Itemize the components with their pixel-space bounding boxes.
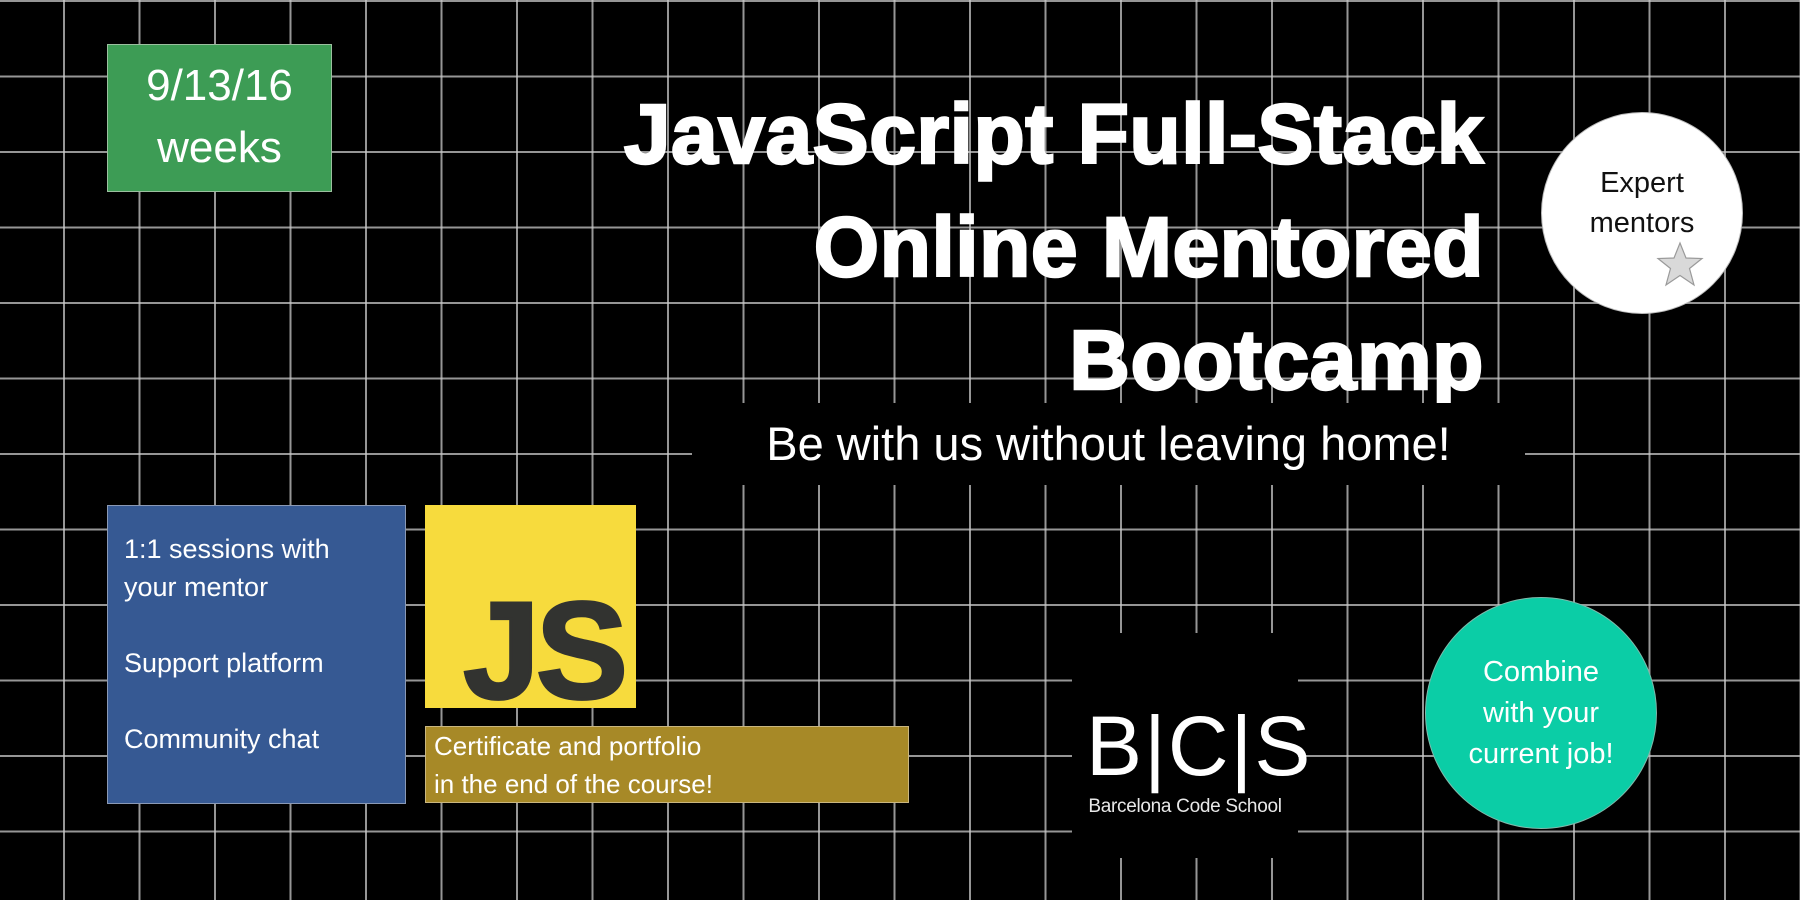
expert-line-1: Expert	[1600, 167, 1684, 199]
expert-line-2: mentors	[1589, 207, 1695, 239]
school-logo: B|C|S Barcelona Code School	[1072, 633, 1313, 858]
combine-line-3: current job!	[1468, 738, 1614, 770]
expert-mentors-badge: Expert mentors	[1541, 112, 1743, 314]
school-logo-mark: B|C|S	[1086, 699, 1313, 793]
certificate-note: Certificate and portfolio in the end of …	[425, 726, 909, 803]
combine-line-2: with your	[1482, 697, 1600, 729]
feature-item: Support platform	[124, 648, 324, 678]
certificate-line-2: in the end of the course!	[434, 769, 713, 799]
combine-line-1: Combine	[1482, 656, 1600, 688]
title-line-2: Online Mentored	[813, 199, 1485, 296]
feature-item: Community chat	[124, 724, 320, 754]
school-name: Barcelona Code School	[1088, 796, 1282, 817]
certificate-line-1: Certificate and portfolio	[434, 731, 702, 761]
javascript-logo-icon: JS	[425, 505, 636, 722]
title-line-3: Bootcamp	[1068, 312, 1485, 409]
title-line-1: JavaScript Full-Stack	[623, 86, 1485, 183]
combine-job-badge: Combine with your current job!	[1425, 597, 1657, 829]
date-badge: 9/13/16 weeks	[107, 44, 332, 192]
page-title: JavaScript Full-Stack Online Mentored Bo…	[484, 78, 1485, 417]
start-date: 9/13/16	[146, 61, 293, 110]
subtitle: Be with us without leaving home!	[692, 403, 1525, 485]
js-logo-text: JS	[462, 574, 630, 728]
star-icon	[1656, 241, 1704, 287]
duration-label: weeks	[157, 123, 282, 172]
features-list: 1:1 sessions with your mentor Support pl…	[107, 505, 406, 804]
feature-item: 1:1 sessions with your mentor	[124, 534, 330, 602]
